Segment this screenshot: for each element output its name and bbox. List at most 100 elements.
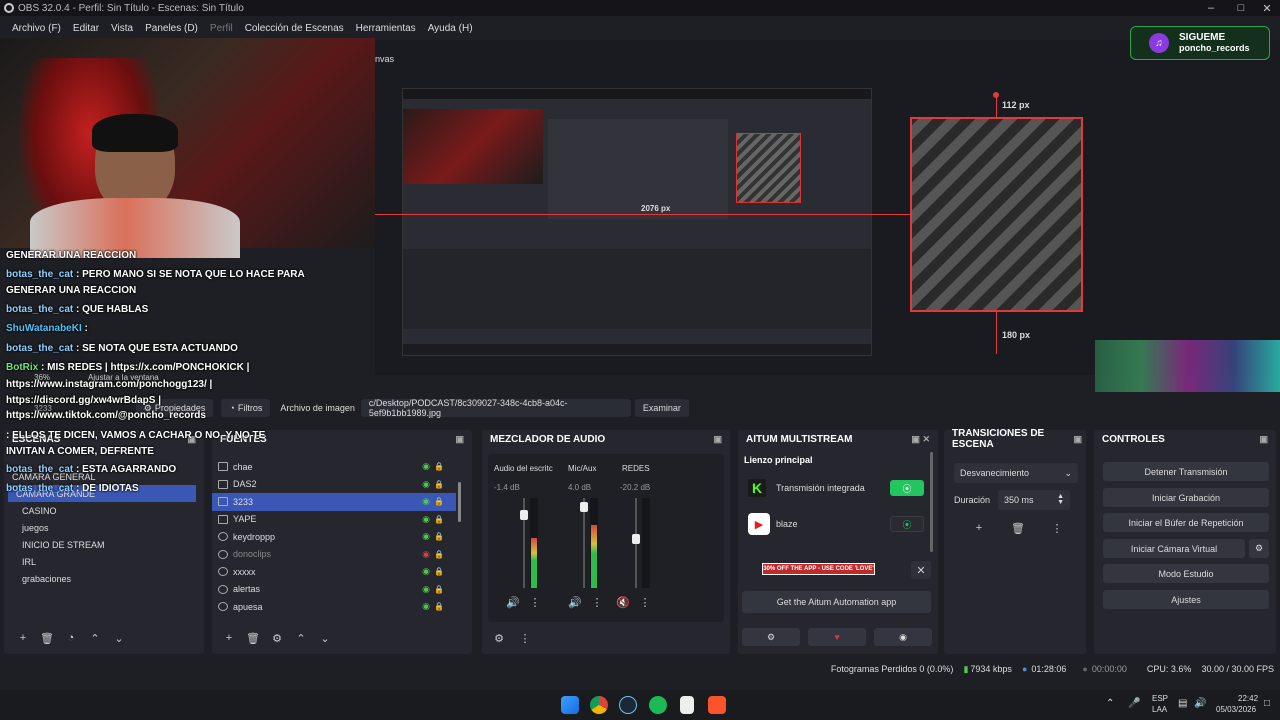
gear-icon[interactable]: ⚙ [1249,539,1269,558]
close-promo-icon[interactable]: ✕ [911,561,931,579]
menu-editar[interactable]: Editar [67,23,105,34]
lock-icon[interactable]: 🔒 [434,532,444,541]
source-item[interactable]: chae ◉ 🔒 [212,458,456,476]
scene-item[interactable]: INICIO DE STREAM [14,536,204,553]
duration-stepper[interactable]: 350 ms ▲ ▼ [998,490,1070,510]
source-item[interactable]: DAS2 ◉ 🔒 [212,476,456,494]
menu-perfil[interactable]: Perfil [204,23,239,34]
source-item[interactable]: donoclips ◉ 🔒 [212,546,456,564]
file-icon[interactable] [680,696,694,714]
aitum-scrollbar[interactable] [930,452,933,552]
chrome-icon[interactable] [590,696,608,714]
sources-scrollbar[interactable] [458,482,461,522]
undock-icon[interactable]: ▣ [455,434,464,445]
undock-icon[interactable]: ▣ [1073,434,1082,445]
menu-archivo[interactable]: Archivo (F) [6,23,67,34]
eye-icon[interactable]: ◉ [422,601,430,612]
stream-toggle[interactable]: ⦿ [890,516,924,532]
promo-banner[interactable]: 30% OFF THE APP - USE CODE 'LOVE' [762,563,875,575]
spotify-icon[interactable] [649,696,667,714]
notification-icon[interactable]: □ [1264,698,1270,709]
eye-icon[interactable]: ◉ [422,461,430,472]
menu-coleccion[interactable]: Colección de Escenas [239,23,350,34]
virtual-camera-button[interactable]: Iniciar Cámara Virtual [1103,539,1245,558]
more-options-icon[interactable]: ⋮ [1048,520,1066,536]
source-item[interactable]: xxxxx ◉ 🔒 [212,563,456,581]
close-window-button[interactable]: ✕ [1252,0,1280,16]
scene-item[interactable]: juegos [14,519,204,536]
source-item[interactable]: YAPE ◉ 🔒 [212,511,456,529]
move-up-button[interactable]: ⌃ [292,630,310,646]
lock-icon[interactable]: 🔒 [434,480,444,489]
close-icon[interactable]: ✕ [922,434,930,444]
move-down-button[interactable]: ⌄ [110,630,128,646]
source-item[interactable]: keydroppp ◉ 🔒 [212,528,456,546]
windows-start-icon[interactable] [561,696,579,714]
lock-icon[interactable]: 🔒 [434,515,444,524]
menu-ayuda[interactable]: Ayuda (H) [422,23,479,34]
clock-time[interactable]: 22:42 [1238,694,1258,703]
eye-icon[interactable]: ◉ [422,531,430,542]
move-up-button[interactable]: ⌃ [86,630,104,646]
start-recording-button[interactable]: Iniciar Grabación [1103,488,1269,507]
lock-icon[interactable]: 🔒 [434,462,444,471]
studio-mode-button[interactable]: Modo Estudio [1103,564,1269,583]
eye-icon[interactable]: ◉ [422,479,430,490]
filters-button[interactable]: ◔ Filtros [221,399,271,417]
aitum-app-button[interactable]: Get the Aitum Automation app [742,591,931,613]
gear-icon[interactable]: ⚙ [268,630,286,646]
trash-icon[interactable]: 🗑 [38,630,56,646]
source-item[interactable]: alertas ◉ 🔒 [212,581,456,599]
canvas-tab[interactable]: nvas [375,54,394,64]
lock-icon[interactable]: 🔒 [434,550,444,559]
source-item[interactable]: 3233 ◉ 🔒 [212,493,456,511]
tray-chevron-icon[interactable]: ⌃ [1106,698,1114,709]
fader-knob[interactable] [632,534,640,544]
source-item[interactable]: apuesa ◉ 🔒 [212,598,456,616]
browse-button[interactable]: Examinar [634,399,689,417]
more-options-icon[interactable]: ⋮ [636,594,654,610]
brave-icon[interactable] [708,696,726,714]
lang-2[interactable]: LAA [1152,705,1167,714]
eye-icon[interactable]: ◉ [422,496,430,507]
add-transition-button[interactable]: + [970,520,988,536]
eye-icon[interactable]: ◉ [422,566,430,577]
minimize-button[interactable]: – [1196,0,1226,16]
speaker-icon[interactable]: 🔊 [504,594,522,610]
file-path-field[interactable]: c/Desktop/PODCAST/8c309027-348c-4cb8-a04… [360,398,631,418]
undock-icon[interactable]: ▣ [1259,434,1268,445]
speaker-muted-icon[interactable]: 🔇 [614,594,632,610]
eye-icon[interactable]: ◉ [422,514,430,525]
eye-icon[interactable]: ◉ [422,584,430,595]
undock-icon[interactable]: ▣ [911,434,920,444]
fader-knob[interactable] [520,510,528,520]
speaker-icon[interactable]: 🔊 [566,594,584,610]
more-options-icon[interactable]: ⋮ [516,630,534,646]
discord-icon[interactable]: ◉ [874,628,932,646]
resize-handle[interactable] [993,92,999,98]
lock-icon[interactable]: 🔒 [434,602,444,611]
more-options-icon[interactable]: ⋮ [526,594,544,610]
scene-item[interactable]: CASINO [14,502,204,519]
add-source-button[interactable]: + [220,630,238,646]
trash-icon[interactable]: 🗑 [244,630,262,646]
transition-select[interactable]: Desvanecimiento ⌄ [954,463,1078,483]
clock-date[interactable]: 05/03/2026 [1216,705,1256,714]
gear-icon[interactable]: ⚙ [490,630,508,646]
more-options-icon[interactable]: ⋮ [588,594,606,610]
add-scene-button[interactable]: + [14,630,32,646]
move-down-button[interactable]: ⌄ [316,630,334,646]
lock-icon[interactable]: 🔒 [434,567,444,576]
eye-hidden-icon[interactable]: ◉ [422,549,430,560]
stop-stream-button[interactable]: Detener Transmisión [1103,462,1269,481]
selected-source-bounds[interactable] [910,117,1083,312]
filter-icon[interactable]: ◔ [62,630,80,646]
lang-1[interactable]: ESP [1152,694,1168,703]
gear-icon[interactable]: ⚙ [742,628,800,646]
replay-buffer-button[interactable]: Iniciar el Búfer de Repetición [1103,513,1269,532]
volume-icon[interactable]: 🔊 [1194,698,1206,709]
menu-herramientas[interactable]: Herramientas [350,23,422,34]
scene-item[interactable]: grabaciones [14,570,204,587]
heart-icon[interactable]: ♥ [808,628,866,646]
menu-vista[interactable]: Vista [105,23,139,34]
